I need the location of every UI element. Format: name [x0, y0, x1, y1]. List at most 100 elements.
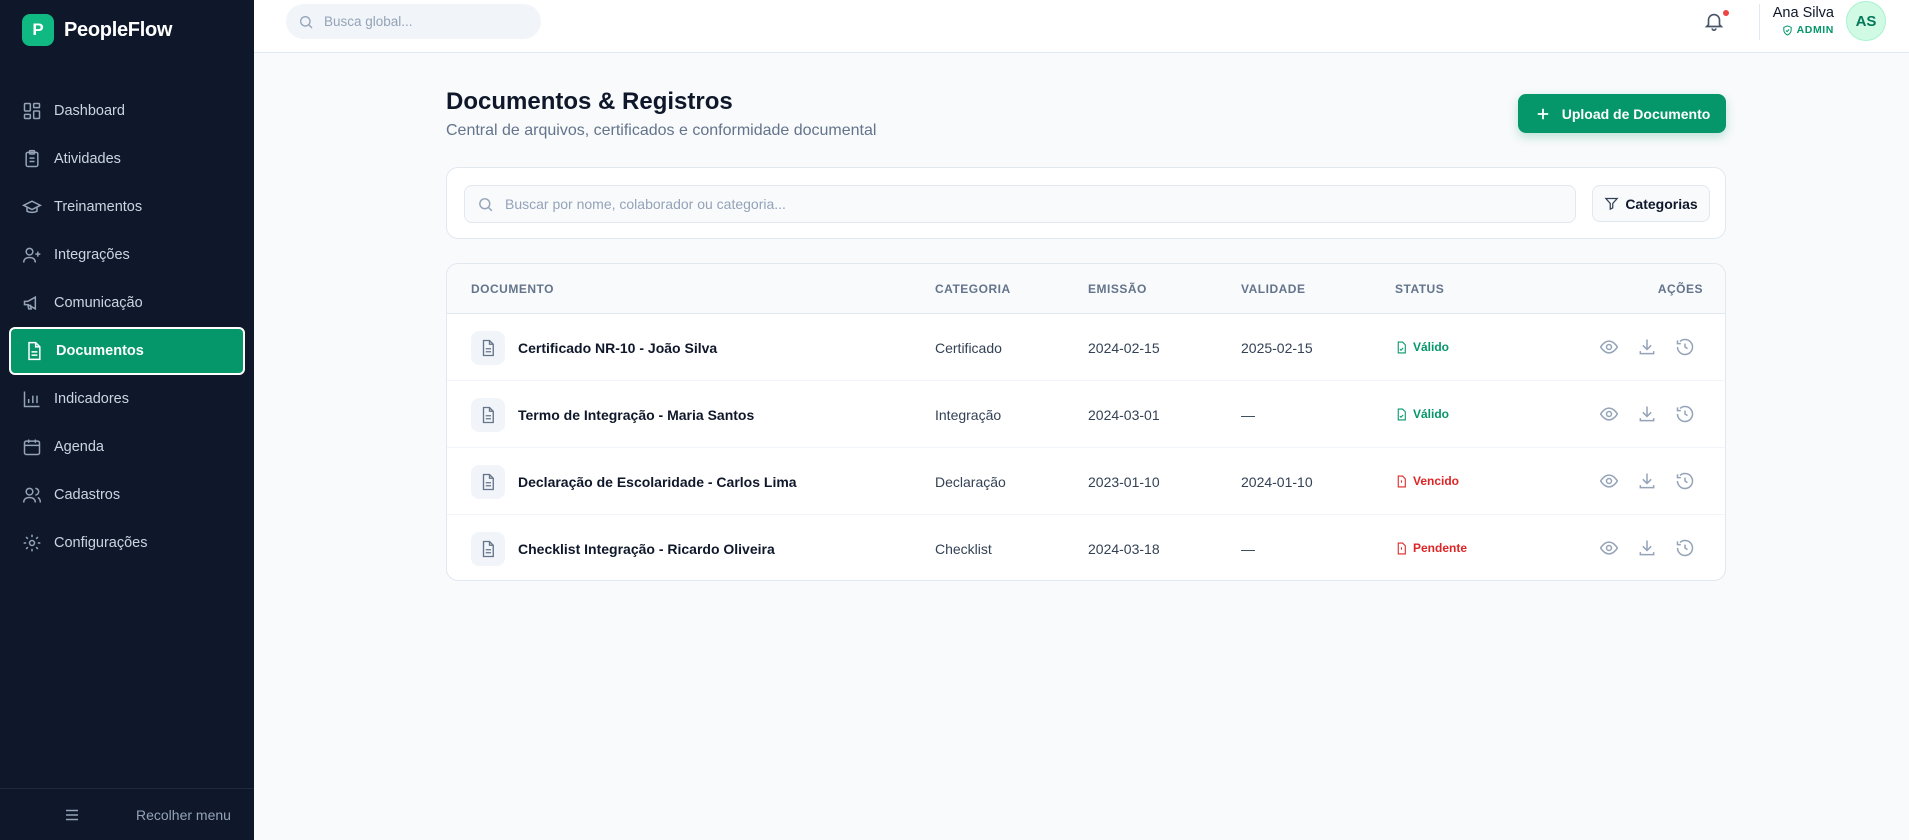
sidebar-item-atividades[interactable]: Atividades [0, 135, 254, 183]
user-name: Ana Silva [1772, 5, 1834, 21]
filter-card: Categorias [446, 167, 1726, 239]
column-header-categoria[interactable]: CATEGORIA [935, 282, 1011, 296]
search-icon [479, 198, 493, 212]
file-alert-icon [1397, 475, 1406, 487]
document-name[interactable]: Declaração de Escolaridade - Carlos Lima [518, 474, 797, 490]
gear-icon [23, 534, 41, 552]
document-issued: 2023-01-10 [1088, 474, 1160, 490]
sidebar-item-comunicacao[interactable]: Comunicação [0, 279, 254, 327]
document-issued: 2024-02-15 [1088, 340, 1160, 356]
topbar: Ana Silva ADMIN AS [254, 0, 1909, 53]
sidebar-item-agenda[interactable]: Agenda [0, 423, 254, 471]
clipboard-icon [25, 149, 39, 168]
sidebar-item-dashboard[interactable]: Dashboard [0, 87, 254, 135]
sidebar-item-label: Integrações [54, 247, 130, 263]
user-role-label: ADMIN [1796, 24, 1834, 36]
document-icon [471, 532, 505, 566]
filter-icon [1604, 197, 1619, 211]
sidebar-item-label: Documentos [56, 343, 144, 359]
upload-document-label: Upload de Documento [1561, 105, 1711, 122]
document-issued: 2024-03-18 [1088, 541, 1160, 557]
categories-filter-button[interactable]: Categorias [1592, 185, 1710, 222]
sidebar-item-cadastros[interactable]: Cadastros [0, 471, 254, 519]
table-header: DOCUMENTO CATEGORIA EMISSÃO VALIDADE STA… [447, 264, 1725, 314]
history-icon[interactable] [1675, 404, 1695, 424]
table-row[interactable]: Checklist Integração - Ricardo Oliveira … [447, 515, 1725, 580]
document-search-input[interactable] [505, 186, 1565, 222]
brand-logo: P [22, 14, 54, 46]
collapse-menu-label: Recolher menu [136, 807, 231, 823]
sidebar-item-label: Dashboard [54, 103, 125, 119]
avatar[interactable]: AS [1846, 1, 1886, 41]
eye-icon[interactable] [1599, 471, 1619, 491]
status-label: Vencido [1413, 474, 1460, 488]
table-row[interactable]: Certificado NR-10 - João Silva Certifica… [447, 314, 1725, 381]
download-icon[interactable] [1637, 471, 1657, 491]
document-valid: — [1241, 541, 1255, 557]
column-header-acoes: AÇÕES [1657, 282, 1703, 296]
document-name[interactable]: Termo de Integração - Maria Santos [518, 407, 754, 423]
file-check-icon [1397, 408, 1406, 420]
sidebar-item-documentos[interactable]: Documentos [9, 327, 245, 375]
column-header-validade[interactable]: VALIDADE [1241, 282, 1305, 296]
document-icon [471, 465, 505, 499]
sidebar-item-configuracoes[interactable]: Configurações [0, 519, 254, 567]
upload-document-button[interactable]: Upload de Documento [1518, 94, 1726, 133]
sidebar-item-treinamentos[interactable]: Treinamentos [0, 183, 254, 231]
users-icon [22, 487, 42, 503]
status-badge: Pendente [1395, 541, 1467, 555]
sidebar-nav: Dashboard Atividades Treinamentos Integr… [0, 87, 254, 567]
megaphone-icon [23, 295, 37, 311]
status-badge: Válido [1395, 340, 1449, 354]
document-search[interactable] [464, 185, 1576, 223]
sidebar-item-label: Agenda [54, 439, 104, 455]
bar-chart-icon [23, 391, 40, 408]
notification-dot [1723, 10, 1729, 16]
status-label: Válido [1413, 340, 1450, 354]
sidebar-item-indicadores[interactable]: Indicadores [0, 375, 254, 423]
global-search[interactable] [286, 4, 541, 39]
sidebar-item-label: Configurações [54, 535, 148, 551]
bell-icon[interactable] [1703, 10, 1725, 32]
categories-label: Categorias [1625, 195, 1698, 212]
document-valid: 2024-01-10 [1241, 474, 1313, 490]
search-icon [300, 16, 313, 29]
document-issued: 2024-03-01 [1088, 407, 1160, 423]
global-search-input[interactable] [324, 4, 524, 39]
history-icon[interactable] [1675, 471, 1695, 491]
history-icon[interactable] [1675, 337, 1695, 357]
status-badge: Vencido [1395, 474, 1459, 488]
status-badge: Válido [1395, 407, 1449, 421]
collapse-menu-button[interactable]: Recolher menu [0, 788, 254, 840]
document-valid: 2025-02-15 [1241, 340, 1313, 356]
column-header-emissao[interactable]: EMISSÃO [1088, 282, 1147, 296]
column-header-documento[interactable]: DOCUMENTO [471, 282, 554, 296]
eye-icon[interactable] [1599, 404, 1619, 424]
dashboard-icon [23, 102, 41, 120]
document-category: Certificado [935, 340, 1002, 356]
sidebar: P PeopleFlow Dashboard Atividades Treina… [0, 0, 254, 840]
file-alert-icon [1397, 542, 1406, 554]
sidebar-item-integracoes[interactable]: Integrações [0, 231, 254, 279]
download-icon[interactable] [1637, 337, 1657, 357]
document-valid: — [1241, 407, 1255, 423]
table-row[interactable]: Termo de Integração - Maria Santos Integ… [447, 381, 1725, 448]
download-icon[interactable] [1637, 404, 1657, 424]
eye-icon[interactable] [1599, 538, 1619, 558]
document-name[interactable]: Checklist Integração - Ricardo Oliveira [518, 541, 775, 557]
download-icon[interactable] [1637, 538, 1657, 558]
brand[interactable]: P PeopleFlow [22, 14, 172, 46]
divider [1759, 4, 1760, 40]
document-category: Declaração [935, 474, 1006, 490]
sidebar-item-label: Atividades [54, 151, 121, 167]
sidebar-item-label: Comunicação [54, 295, 143, 311]
eye-icon[interactable] [1599, 337, 1619, 357]
history-icon[interactable] [1675, 538, 1695, 558]
calendar-icon [23, 439, 41, 456]
sidebar-item-label: Cadastros [54, 487, 121, 503]
document-name[interactable]: Certificado NR-10 - João Silva [518, 340, 717, 356]
table-row[interactable]: Declaração de Escolaridade - Carlos Lima… [447, 448, 1725, 515]
file-text-icon [28, 341, 41, 361]
column-header-status[interactable]: STATUS [1395, 282, 1444, 296]
document-icon [471, 398, 505, 432]
